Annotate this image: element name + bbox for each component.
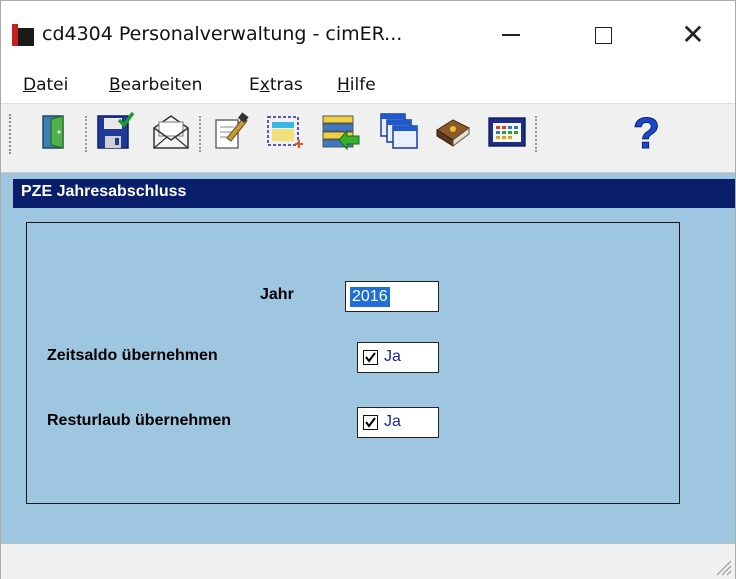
app-icon[interactable] [12,24,34,46]
toolbar-separator [199,116,203,152]
close-icon: ✕ [681,18,705,51]
menu-bar: Datei Bearbeiten Extras Hilfe [1,71,735,103]
status-bar [1,543,735,579]
checkmark-icon [365,417,376,428]
toolbar-separator [535,116,539,152]
menu-hilfe[interactable]: Hilfe [337,75,376,95]
jahr-input[interactable]: 2016 [345,281,439,312]
toolbar-separator [85,116,89,152]
mail-envelope-icon[interactable] [149,110,193,154]
window-title: cd4304 Personalverwaltung - cimER... [42,23,403,45]
resturlaub-value: Ja [384,413,401,430]
maximize-icon [594,26,612,44]
content-area: PZE Jahresabschluss Jahr 2016 Zeitsaldo … [1,173,735,543]
checkmark-icon [365,352,376,363]
resturlaub-checkbox[interactable] [363,415,378,430]
resturlaub-field[interactable]: Ja [357,407,439,438]
new-record-icon[interactable] [263,110,307,154]
jahr-label: Jahr [260,286,294,303]
svg-text:?: ? [633,110,660,154]
zeitsaldo-value: Ja [384,348,401,365]
menu-datei[interactable]: Datei [23,75,68,95]
menu-extras[interactable]: Extras [249,75,303,95]
toolbar: ? [1,103,735,173]
import-list-icon[interactable] [319,110,363,154]
windows-cascade-icon[interactable] [377,110,421,154]
edit-document-icon[interactable] [209,110,253,154]
zeitsaldo-checkbox[interactable] [363,350,378,365]
application-window: cd4304 Personalverwaltung - cimER... ✕ D… [0,0,736,579]
section-title: PZE Jahresabschluss [21,183,187,200]
toolbar-grip[interactable] [9,114,15,154]
minimize-button[interactable] [487,15,535,55]
jahr-value: 2016 [350,287,390,307]
save-disk-icon[interactable] [93,110,137,154]
minimize-icon [502,34,520,36]
title-bar[interactable]: cd4304 Personalverwaltung - cimER... ✕ [1,1,735,71]
help-question-icon[interactable]: ? [627,109,671,159]
menu-bearbeiten[interactable]: Bearbeiten [109,75,202,95]
resize-grip-icon[interactable] [711,555,733,577]
section-header: PZE Jahresabschluss [13,179,735,208]
form-panel: Jahr 2016 Zeitsaldo übernehmen Ja Restur… [26,222,680,504]
zeitsaldo-label: Zeitsaldo übernehmen [47,347,218,364]
zeitsaldo-field[interactable]: Ja [357,342,439,373]
resturlaub-label: Resturlaub übernehmen [47,412,232,429]
calendar-grid-icon[interactable] [485,110,529,154]
close-button[interactable]: ✕ [669,15,717,55]
exit-door-icon[interactable] [37,110,81,154]
maximize-button[interactable] [579,15,627,55]
book-icon[interactable] [431,110,475,154]
